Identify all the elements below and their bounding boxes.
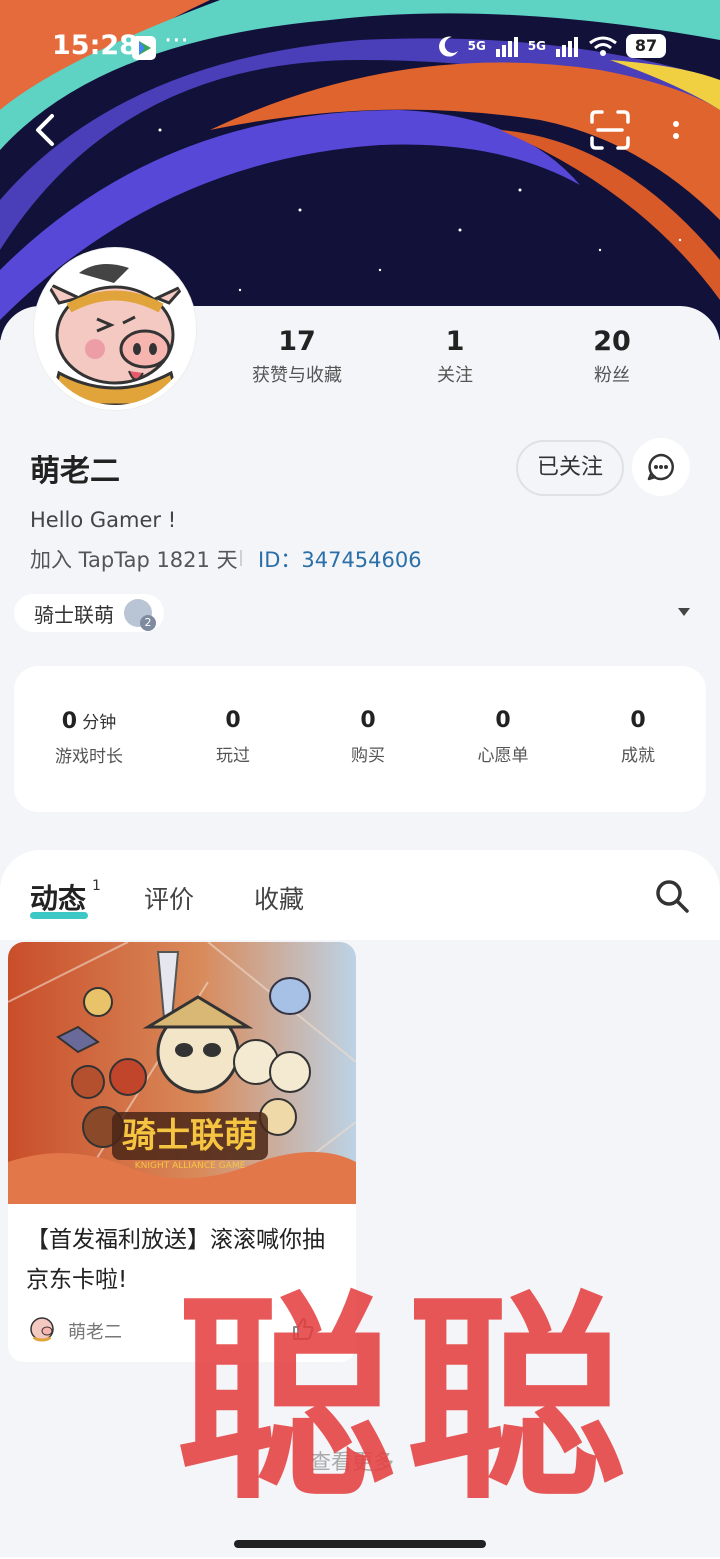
info-separator	[240, 550, 242, 566]
stat-likes-label: 获赞与收藏	[252, 365, 342, 386]
stat-fans-label: 粉丝	[594, 365, 630, 386]
stat-likes[interactable]: 17 获赞与收藏	[222, 326, 372, 387]
search-button[interactable]	[654, 878, 690, 914]
feed-tab-bar	[0, 850, 720, 940]
stat-following-value: 1	[445, 326, 465, 357]
signal-icon	[495, 37, 518, 57]
game-stat-played[interactable]: 0 玩过	[173, 708, 293, 766]
game-stat-purchased[interactable]: 0 购买	[308, 708, 428, 766]
post-image-title: 骑士联萌	[122, 1116, 258, 1156]
game-chip[interactable]: 骑士联萌 2	[14, 594, 164, 632]
game-stat-achievements-value: 0	[630, 708, 646, 733]
stat-following-label: 关注	[437, 365, 473, 386]
game-stats-card: 0 分钟 游戏时长 0 玩过 0 购买 0 心愿单 0 成就	[14, 666, 706, 812]
watermark-overlay: 聪聪	[176, 1270, 637, 1529]
chevron-down-icon[interactable]	[678, 608, 690, 616]
game-stat-playtime-unit: 分钟	[82, 713, 117, 733]
game-chip-label: 骑士联萌	[34, 602, 114, 627]
more-vertical-icon	[673, 121, 679, 139]
signal-5g-label: 5G	[467, 39, 486, 53]
level-badge-icon: 2	[124, 599, 156, 631]
signal-icon-2	[556, 37, 578, 57]
more-options-button[interactable]	[664, 110, 688, 150]
game-stat-played-label: 玩过	[216, 746, 250, 766]
tab-favorites[interactable]: 收藏	[254, 880, 304, 916]
username: 萌老二	[30, 454, 120, 489]
back-arrow-icon	[36, 114, 54, 146]
game-stat-purchased-label: 购买	[351, 746, 385, 766]
game-stat-wishlist-value: 0	[495, 708, 511, 733]
game-stat-achievements-label: 成就	[621, 746, 655, 766]
wifi-icon	[589, 36, 617, 56]
message-button[interactable]	[632, 438, 690, 496]
post-image-subtitle: KNIGHT ALLIANCE GAME	[135, 1161, 246, 1171]
game-stat-playtime[interactable]: 0 分钟 游戏时长	[29, 708, 149, 767]
user-id[interactable]: ID：347454606	[258, 544, 422, 574]
level-badge-value: 2	[140, 615, 156, 631]
chat-bubble-icon	[647, 453, 674, 481]
home-indicator[interactable]	[234, 1540, 486, 1548]
status-time: 15:28	[52, 30, 138, 61]
game-stat-achievements[interactable]: 0 成就	[578, 708, 698, 766]
battery-level: 87	[626, 34, 666, 58]
stat-fans-value: 20	[593, 326, 631, 357]
pig-avatar-image	[39, 253, 191, 405]
game-stat-wishlist-label: 心愿单	[477, 746, 529, 766]
user-bio: Hello Gamer !	[30, 508, 177, 532]
play-store-icon	[132, 36, 156, 60]
status-right-icons: 5G 5G 87	[438, 34, 666, 58]
joined-days: 加入 TapTap 1821 天	[30, 548, 238, 572]
signal-5g-label-2: 5G	[527, 39, 546, 53]
followed-button[interactable]: 已关注	[516, 440, 624, 496]
moon-icon	[438, 36, 458, 57]
back-button[interactable]	[28, 110, 64, 150]
scan-icon	[590, 110, 630, 150]
user-avatar[interactable]	[34, 248, 196, 410]
scan-button[interactable]	[588, 108, 632, 152]
tab-active-indicator	[30, 912, 88, 919]
game-stat-playtime-value: 0	[61, 709, 78, 734]
tab-posts-badge: 1	[92, 878, 101, 894]
post-author-name: 萌老二	[68, 1322, 122, 1343]
search-icon	[656, 880, 689, 913]
stat-likes-value: 17	[278, 326, 316, 357]
stat-following[interactable]: 1 关注	[380, 326, 530, 387]
tab-reviews[interactable]: 评价	[144, 880, 194, 916]
status-more: ···	[164, 26, 189, 56]
stat-fans[interactable]: 20 粉丝	[537, 326, 687, 387]
tab-posts[interactable]: 动态	[30, 877, 86, 917]
game-stat-wishlist[interactable]: 0 心愿单	[443, 708, 563, 766]
status-bar: 15:28 ··· 5G 5G 87	[0, 0, 720, 96]
post-cover-image: 骑士联萌 KNIGHT ALLIANCE GAME	[8, 942, 356, 1204]
game-stat-played-value: 0	[225, 708, 241, 733]
profile-stats: 17 获赞与收藏 1 关注 20 粉丝	[220, 326, 690, 396]
game-stat-playtime-label: 游戏时长	[55, 747, 123, 767]
game-stat-purchased-value: 0	[360, 708, 376, 733]
post-author-avatar	[28, 1314, 56, 1342]
